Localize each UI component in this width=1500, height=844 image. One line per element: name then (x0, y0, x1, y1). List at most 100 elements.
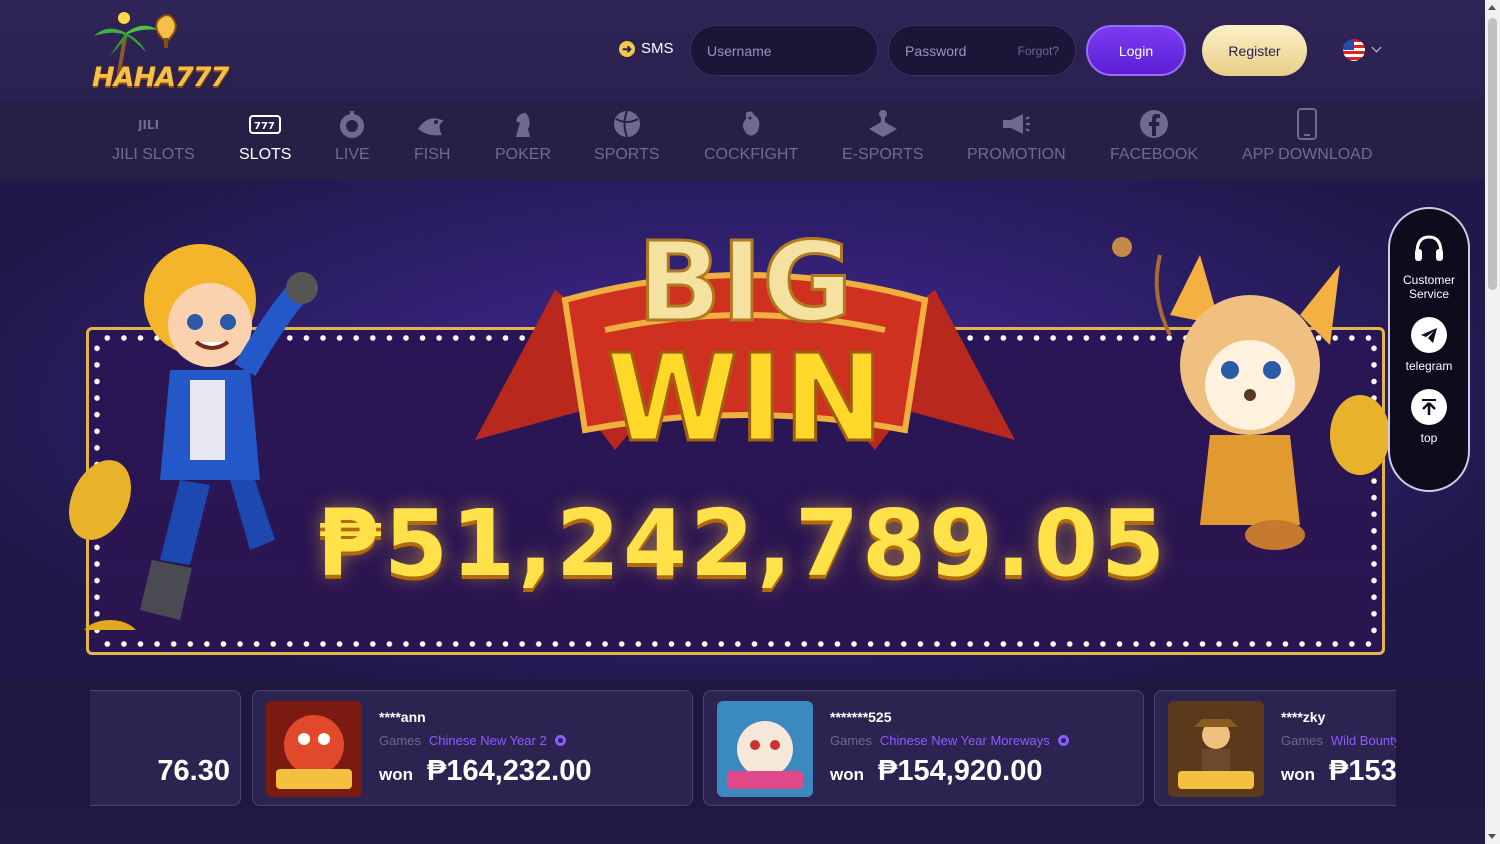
register-button[interactable]: Register (1202, 25, 1307, 76)
chess-knight-icon (507, 108, 539, 140)
nav-label: LIVE (335, 146, 370, 163)
password-field[interactable]: Password Forgot? (888, 25, 1076, 76)
arrow-up-icon (1411, 389, 1447, 425)
ball-icon (611, 108, 643, 140)
logo-text: HAHA777 (92, 62, 229, 93)
telegram-icon (1411, 317, 1447, 353)
main-nav: JILI JILI SLOTS 777 SLOTS LIVE FISH POKE… (0, 100, 1485, 180)
nav-item-poker[interactable]: POKER (495, 108, 551, 164)
winner-card[interactable]: ****zky Games Wild Bounty Showdown won ₱… (1154, 690, 1396, 806)
hero-banner[interactable]: BIG WIN ₱51,242,789.05 (0, 180, 1485, 680)
customer-service-button[interactable]: Customer Service (1399, 231, 1459, 301)
winner-game: Games Chinese New Year 2 (379, 733, 566, 748)
nav-label: SLOTS (239, 146, 292, 163)
games-label: Games (379, 733, 421, 748)
won-label: won (1281, 765, 1315, 784)
games-label: Games (830, 733, 872, 748)
winner-amount-row: won ₱154,920.00 (830, 755, 1042, 788)
svg-text:JILI: JILI (138, 118, 159, 131)
phone-icon (1291, 108, 1323, 140)
games-label: Games (1281, 733, 1323, 748)
header: HAHA777 ➜ SMS Username Password Forgot? … (0, 0, 1485, 100)
nav-item-live[interactable]: LIVE (335, 108, 370, 164)
winner-username: *******525 (830, 709, 892, 725)
megaphone-icon (1000, 108, 1032, 140)
username-field[interactable]: Username (690, 25, 878, 76)
nav-item-facebook[interactable]: FACEBOOK (1110, 108, 1198, 164)
winner-card[interactable]: ****ann Games Chinese New Year 2 won ₱16… (252, 690, 693, 806)
won-label: won (830, 765, 864, 784)
nav-label: E-SPORTS (842, 146, 924, 163)
username-placeholder: Username (707, 42, 772, 59)
winner-card[interactable]: 76.30 (90, 690, 241, 806)
chevron-down-icon[interactable] (1371, 42, 1382, 53)
scroll-up-icon[interactable] (1488, 5, 1496, 10)
jili-icon: JILI (137, 108, 169, 140)
telegram-button[interactable]: telegram (1405, 317, 1453, 373)
nav-item-slots[interactable]: 777 SLOTS (239, 108, 291, 164)
winner-card[interactable]: *******525 Games Chinese New Year Morewa… (703, 690, 1144, 806)
svg-text:777: 777 (254, 121, 275, 132)
nav-label: APP DOWNLOAD (1242, 146, 1373, 163)
game-thumbnail (266, 701, 362, 797)
page-scrollbar[interactable] (1485, 0, 1500, 844)
password-placeholder: Password (905, 42, 967, 59)
sms-label: SMS (641, 40, 674, 57)
nav-label: SPORTS (594, 146, 660, 163)
nav-item-promotion[interactable]: PROMOTION (967, 108, 1066, 164)
sms-login-link[interactable]: ➜ SMS (619, 40, 674, 57)
winner-amount-row: won ₱153 (1281, 755, 1396, 788)
jackpot-amount: ₱51,242,789.05 (317, 490, 1168, 597)
winner-amount: ₱153 (1329, 755, 1396, 787)
nav-item-sports[interactable]: SPORTS (594, 108, 660, 164)
nav-label: FACEBOOK (1110, 146, 1199, 163)
fish-icon (416, 108, 448, 140)
nav-label: COCKFIGHT (704, 146, 799, 163)
nav-item-app-download[interactable]: APP DOWNLOAD (1242, 108, 1372, 164)
winner-amount: 76.30 (157, 755, 230, 787)
slot-777-icon: 777 (249, 108, 282, 140)
floating-side-panel: Customer Service telegram top (1388, 207, 1470, 492)
nav-item-jili-slots[interactable]: JILI JILI SLOTS (112, 108, 195, 164)
joystick-icon (867, 108, 899, 140)
customer-service-label: Customer Service (1402, 273, 1455, 301)
us-flag-icon[interactable] (1343, 39, 1365, 61)
nav-item-esports[interactable]: E-SPORTS (842, 108, 924, 164)
big-text: BIG (637, 218, 852, 346)
arrow-right-icon: ➜ (619, 40, 635, 57)
scroll-down-icon[interactable] (1488, 834, 1496, 839)
roulette-icon (336, 108, 368, 140)
nav-item-cockfight[interactable]: COCKFIGHT (704, 108, 798, 164)
nav-label: PROMOTION (967, 146, 1066, 163)
forgot-password-link[interactable]: Forgot? (1018, 44, 1059, 58)
scrollbar-thumb[interactable] (1488, 18, 1497, 290)
back-to-top-button[interactable]: top (1411, 389, 1447, 445)
nav-item-fish[interactable]: FISH (414, 108, 450, 164)
game-name-link[interactable]: Wild Bounty Showdown (1331, 733, 1396, 748)
big-win-banner: BIG WIN (475, 217, 1015, 470)
login-button[interactable]: Login (1086, 25, 1186, 76)
game-name-link[interactable]: Chinese New Year 2 (429, 733, 547, 748)
winner-username: ****zky (1281, 709, 1326, 725)
won-label: won (379, 765, 413, 784)
game-name-link[interactable]: Chinese New Year Moreways (880, 733, 1050, 748)
win-text: WIN (606, 330, 883, 469)
facebook-icon (1138, 108, 1170, 140)
play-icon (554, 735, 566, 746)
nav-label: JILI SLOTS (112, 146, 195, 163)
winner-amount-row: won ₱164,232.00 (379, 755, 591, 788)
page-bottom (0, 808, 1485, 844)
rooster-icon (735, 108, 767, 140)
winner-amount: ₱164,232.00 (427, 755, 592, 787)
game-thumbnail (717, 701, 813, 797)
nav-label: FISH (414, 146, 451, 163)
winner-game: Games Chinese New Year Moreways (830, 733, 1069, 748)
game-thumbnail (1168, 701, 1264, 797)
play-icon (1057, 735, 1069, 746)
marquee-lights (99, 641, 1372, 647)
headset-icon (1415, 235, 1443, 261)
top-label: top (1420, 431, 1438, 445)
telegram-label: telegram (1405, 359, 1453, 373)
winner-amount: ₱154,920.00 (878, 755, 1043, 787)
recent-winners-strip: 76.30 ****ann Games Chinese New Year 2 w… (90, 690, 1396, 808)
